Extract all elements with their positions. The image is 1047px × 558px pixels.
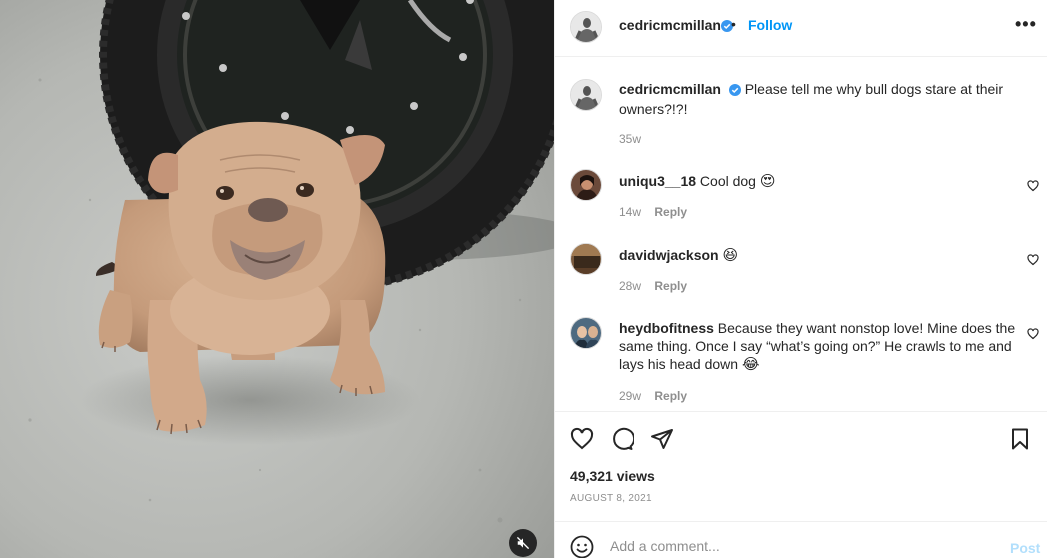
commenter-username[interactable]: davidwjackson	[619, 247, 719, 263]
bookmark-icon[interactable]	[1008, 427, 1032, 454]
comments-list[interactable]: cedricmcmillan Please tell me why bull d…	[555, 57, 1047, 411]
comment-icon[interactable]	[610, 427, 636, 454]
author-avatar[interactable]	[570, 79, 602, 111]
post-video[interactable]	[0, 0, 554, 558]
reply-button[interactable]: Reply	[654, 389, 687, 403]
verified-badge-icon	[728, 82, 741, 100]
comment-meta: 28w Reply	[619, 279, 687, 293]
caption-timestamp: 35w	[619, 132, 641, 146]
post-comment-button[interactable]: Post	[1010, 540, 1040, 556]
commenter-username[interactable]: uniqu3__18	[619, 173, 696, 189]
caption-time[interactable]: 35w	[619, 132, 641, 146]
view-count[interactable]: 49,321 views	[570, 468, 655, 484]
comment-body: Cool dog	[699, 173, 756, 189]
comment-emoji: 😂	[741, 356, 760, 373]
instagram-post-view: cedricmcmillan • Follow ••• cedricmcmill…	[0, 0, 1047, 558]
comment-emoji: 😍	[759, 173, 776, 190]
author-username[interactable]: cedricmcmillan	[619, 17, 721, 33]
heart-icon[interactable]	[1027, 253, 1039, 269]
commenter-avatar[interactable]	[570, 169, 602, 201]
comment-time[interactable]: 28w	[619, 279, 641, 293]
comment-text: davidwjackson 😆	[619, 246, 1019, 265]
comment-time[interactable]: 14w	[619, 205, 641, 219]
reply-button[interactable]: Reply	[654, 279, 687, 293]
comment-time[interactable]: 29w	[619, 389, 641, 403]
comment-text: uniqu3__18 Cool dog 😍	[619, 172, 1019, 191]
comment-meta: 29w Reply	[619, 389, 687, 403]
comment-emoji: 😆	[722, 247, 739, 264]
muted-audio-icon	[516, 536, 530, 550]
comment-composer: Post	[555, 521, 1047, 558]
post-date[interactable]: AUGUST 8, 2021	[570, 493, 652, 504]
caption-username[interactable]: cedricmcmillan	[619, 81, 721, 97]
caption-text: cedricmcmillan Please tell me why bull d…	[619, 80, 1019, 118]
more-options-icon[interactable]: •••	[1015, 14, 1037, 35]
commenter-avatar[interactable]	[570, 243, 602, 275]
follow-button[interactable]: Follow	[748, 17, 792, 33]
post-details-panel: cedricmcmillan • Follow ••• cedricmcmill…	[554, 0, 1047, 558]
comment-text: heydbofitness Because they want nonstop …	[619, 319, 1019, 374]
commenter-avatar[interactable]	[570, 317, 602, 349]
like-heart-icon[interactable]	[570, 427, 594, 454]
reply-button[interactable]: Reply	[654, 205, 687, 219]
share-icon[interactable]	[650, 427, 674, 454]
mute-toggle-button[interactable]	[509, 529, 537, 557]
author-avatar[interactable]	[570, 11, 602, 43]
bulldog-video-frame	[0, 0, 554, 558]
post-header: cedricmcmillan • Follow •••	[555, 0, 1047, 57]
separator-dot: •	[731, 16, 736, 32]
emoji-icon[interactable]	[570, 535, 594, 558]
comment-input[interactable]	[610, 538, 990, 554]
commenter-username[interactable]: heydbofitness	[619, 320, 714, 336]
comment-meta: 14w Reply	[619, 205, 687, 219]
heart-icon[interactable]	[1027, 327, 1039, 343]
post-actions: 49,321 views AUGUST 8, 2021	[555, 411, 1047, 521]
heart-icon[interactable]	[1027, 179, 1039, 195]
